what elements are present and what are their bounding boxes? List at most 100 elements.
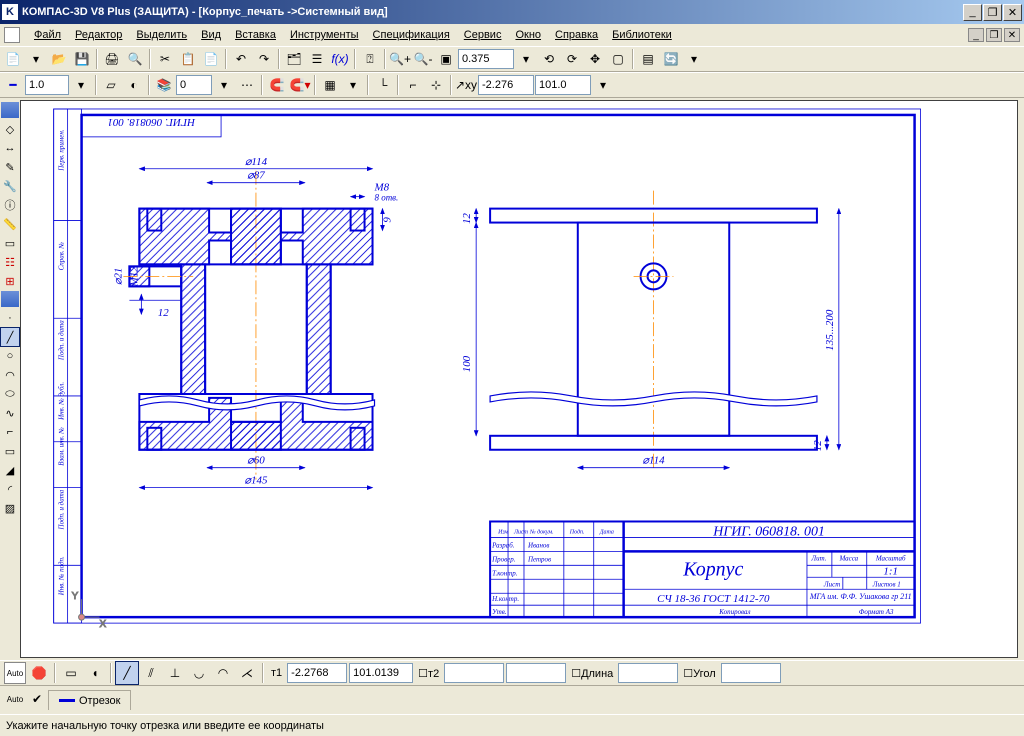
dropdown-icon[interactable]: ▾ [683, 48, 705, 70]
geometry-tool[interactable]: ◇ [1, 120, 19, 138]
coord-mode-button[interactable]: ↗xy [455, 74, 477, 96]
seg-tangent2-button[interactable]: ◠ [212, 662, 234, 684]
round-button[interactable]: ⌐ [402, 74, 424, 96]
dropdown-icon[interactable]: ▾ [25, 48, 47, 70]
refresh-button[interactable]: 🔄 [660, 48, 682, 70]
manager-button[interactable]: 🗂 [283, 48, 305, 70]
line-tool[interactable]: ╱ [1, 328, 19, 346]
measure-tool[interactable]: 📏 [1, 215, 19, 233]
copy-button[interactable]: 📋 [177, 48, 199, 70]
menu-tools[interactable]: Инструменты [284, 27, 365, 43]
variables-button[interactable]: f(x) [329, 48, 351, 70]
seg-perp-button[interactable]: ⊥ [164, 662, 186, 684]
hatch-tool[interactable]: ▨ [1, 499, 19, 517]
assoc-tool[interactable]: ⊞ [1, 272, 19, 290]
seg-bisector-button[interactable]: ⋌ [236, 662, 258, 684]
dropdown-icon[interactable]: ▾ [342, 74, 364, 96]
t1-y-input[interactable] [349, 663, 413, 683]
open-button[interactable]: 📂 [48, 48, 70, 70]
point2-checkbox[interactable]: ☐т2 [415, 667, 442, 680]
flat-button[interactable]: ▱ [100, 74, 122, 96]
cut-button[interactable]: ✂ [154, 48, 176, 70]
spec-tool[interactable]: ☷ [1, 253, 19, 271]
mdi-minimize-button[interactable]: _ [968, 28, 984, 42]
layers-button[interactable]: ▤ [637, 48, 659, 70]
menu-libraries[interactable]: Библиотеки [606, 27, 678, 43]
t2-x-input[interactable] [444, 663, 504, 683]
t1-x-input[interactable] [287, 663, 347, 683]
shade-button[interactable]: ◐ [123, 74, 145, 96]
drawing-canvas[interactable]: Перв. примен. Справ. № Подп. и дата Инв.… [20, 100, 1018, 658]
fillet-tool[interactable]: ◜ [1, 480, 19, 498]
document-icon[interactable] [4, 27, 20, 43]
zoom-input[interactable] [458, 49, 514, 69]
dropdown-icon[interactable]: ▾ [70, 74, 92, 96]
mdi-close-button[interactable]: ✕ [1004, 28, 1020, 42]
coord-y-input[interactable] [535, 75, 591, 95]
print-button[interactable]: 🖨 [101, 48, 123, 70]
zoom-out-button[interactable]: 🔍- [412, 48, 434, 70]
pan-button[interactable]: ✥ [584, 48, 606, 70]
length-checkbox[interactable]: ☐Длина [568, 667, 616, 680]
spline-tool[interactable]: ∿ [1, 404, 19, 422]
save-button[interactable]: 💾 [71, 48, 93, 70]
menu-spec[interactable]: Спецификация [367, 27, 456, 43]
angle-checkbox[interactable]: ☐Угол [680, 667, 718, 680]
zoom-window-button[interactable]: ▣ [435, 48, 457, 70]
coord-x-input[interactable] [478, 75, 534, 95]
polyline-tool[interactable]: ⌐ [1, 423, 19, 441]
t2-y-input[interactable] [506, 663, 566, 683]
menu-insert[interactable]: Вставка [229, 27, 282, 43]
select-tool[interactable]: ▭ [1, 234, 19, 252]
layer-props-button[interactable]: ⋯ [236, 74, 258, 96]
grid-button[interactable]: ▦ [319, 74, 341, 96]
snap-toggle-button[interactable]: 🧲 [266, 74, 288, 96]
menu-service[interactable]: Сервис [458, 27, 508, 43]
style-roundrect-button[interactable]: ◖ [84, 662, 106, 684]
symbols-tool[interactable]: ✎ [1, 158, 19, 176]
paste-button[interactable]: 📄 [200, 48, 222, 70]
close-button[interactable]: ✕ [1003, 4, 1022, 21]
minimize-button[interactable]: _ [963, 4, 982, 21]
preview-button[interactable]: 🔍 [124, 48, 146, 70]
snap-settings-button[interactable]: 🧲▾ [289, 74, 311, 96]
zoom-fit-button[interactable]: ▢ [607, 48, 629, 70]
auto-create-button[interactable]: Auto [4, 662, 26, 684]
mdi-restore-button[interactable]: ❐ [986, 28, 1002, 42]
ellipse-tool[interactable]: ⬭ [1, 385, 19, 403]
zoom-prev-button[interactable]: ⟲ [538, 48, 560, 70]
menu-help[interactable]: Справка [549, 27, 604, 43]
arc-tool[interactable]: ◠ [1, 366, 19, 384]
zoom-next-button[interactable]: ⟳ [561, 48, 583, 70]
menu-edit[interactable]: Редактор [69, 27, 128, 43]
chamfer-tool[interactable]: ◢ [1, 461, 19, 479]
new-button[interactable]: 📄 [2, 48, 24, 70]
properties-button[interactable]: ☰ [306, 48, 328, 70]
ortho-button[interactable]: └ [372, 74, 394, 96]
undo-button[interactable]: ↶ [230, 48, 252, 70]
rect-tool[interactable]: ▭ [1, 442, 19, 460]
menu-window[interactable]: Окно [509, 27, 547, 43]
linewidth-input[interactable] [25, 75, 69, 95]
menu-select[interactable]: Выделить [130, 27, 193, 43]
params-tool[interactable]: ⓘ [1, 196, 19, 214]
dropdown-icon[interactable]: ▾ [515, 48, 537, 70]
redo-button[interactable]: ↷ [253, 48, 275, 70]
dropdown-icon[interactable]: ▾ [592, 74, 614, 96]
linestyle-button[interactable]: ━ [2, 74, 24, 96]
seg-normal-button[interactable]: ╱ [116, 662, 138, 684]
pin-button[interactable]: ✔ [26, 688, 48, 710]
menu-view[interactable]: Вид [195, 27, 227, 43]
angle-input[interactable] [721, 663, 781, 683]
seg-parallel-button[interactable]: ⫽ [140, 662, 162, 684]
circle-tool[interactable]: ○ [1, 347, 19, 365]
layer-input[interactable] [176, 75, 212, 95]
dimension-tool[interactable]: ↔ [1, 139, 19, 157]
length-input[interactable] [618, 663, 678, 683]
help-pointer-button[interactable]: ⍰ [359, 48, 381, 70]
stop-button[interactable]: 🛑 [28, 662, 50, 684]
autopanel-button[interactable]: Auto [4, 688, 26, 710]
restore-button[interactable]: ❐ [983, 4, 1002, 21]
point-tool[interactable]: · [1, 309, 19, 327]
style-rect-button[interactable]: ▭ [60, 662, 82, 684]
